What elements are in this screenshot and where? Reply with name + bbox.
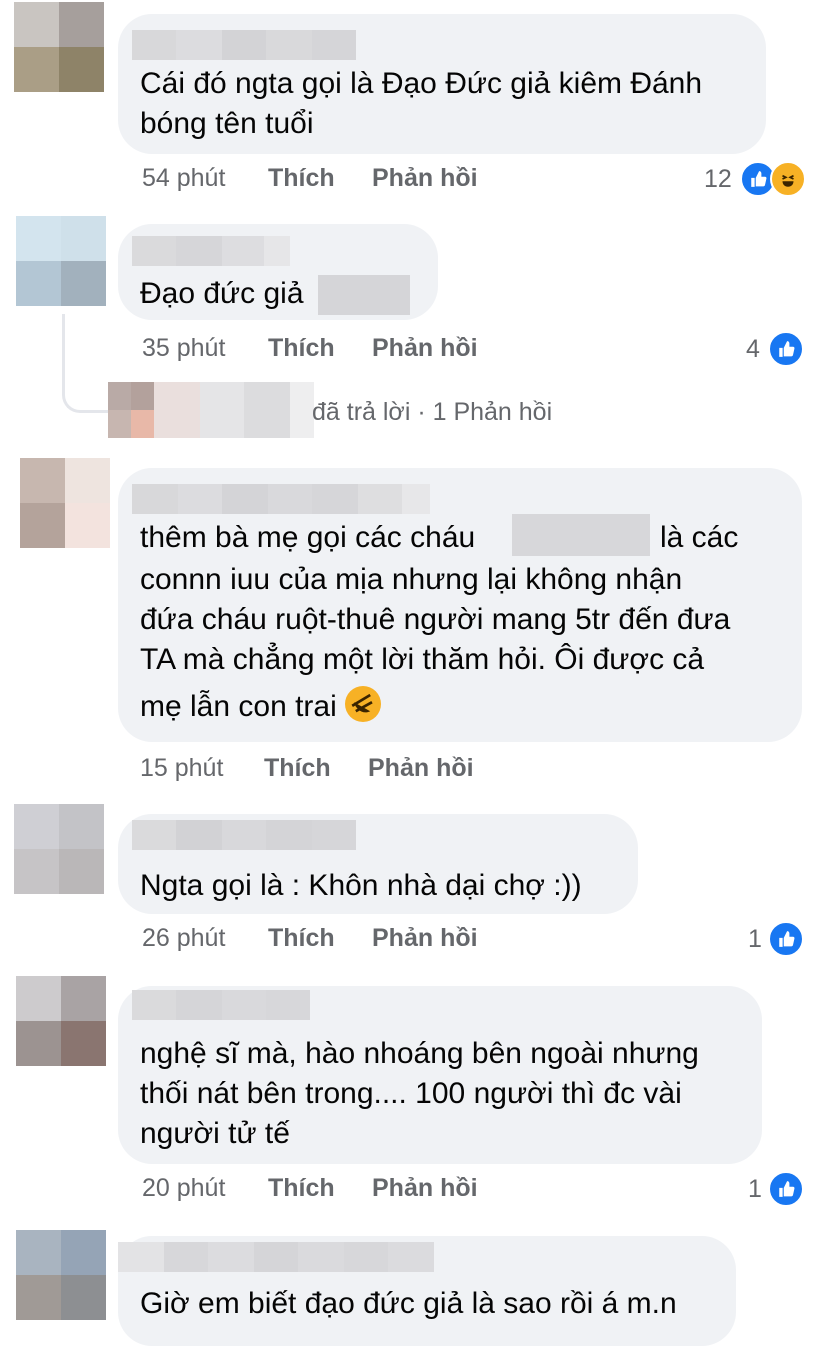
commenter-name-blurred[interactable] [132,820,356,850]
comment-text: Cái đó ngta gọi là Đạo Đức giả kiêm Đánh [140,67,703,100]
comment-text: thối nát bên trong.... 100 người thì đc … [140,1077,682,1110]
comment-time[interactable]: 15 phút [140,754,223,783]
reply-button[interactable]: Phản hồi [372,924,478,953]
haha-icon [769,161,806,197]
reaction-summary[interactable]: 4 [746,331,804,367]
comment-text: người tử tế [140,1117,290,1150]
reply-author-blurred[interactable] [154,382,314,438]
comment-text-part: Đạo đức giả [140,277,304,310]
like-button[interactable]: Thích [268,1174,335,1203]
like-button[interactable]: Thích [268,924,335,953]
comment-time[interactable]: 26 phút [142,924,225,953]
like-button[interactable]: Thích [268,334,335,363]
reply-avatar[interactable] [108,382,154,438]
reaction-count: 12 [704,164,732,193]
comment-text-part: mẹ lẫn con trai [140,690,337,723]
comment-text: đứa cháu ruột-thuê người mang 5tr đến đư… [140,603,731,636]
commenter-name-blurred[interactable] [132,236,290,266]
commenter-name-blurred[interactable] [132,990,310,1020]
reply-summary-text[interactable]: đã trả lời · 1 Phản hồi [312,398,552,427]
like-icon [767,921,804,957]
avatar[interactable] [16,1230,106,1320]
commenter-name-blurred[interactable] [132,484,430,514]
like-button[interactable]: Thích [268,164,335,193]
reply-button[interactable]: Phản hồi [368,754,474,783]
blurred-text [317,275,410,316]
comment-time[interactable]: 35 phút [142,334,225,363]
like-button[interactable]: Thích [264,754,331,783]
reaction-count: 4 [746,334,760,363]
commenter-name-blurred[interactable] [118,1242,434,1272]
comment-text: mẹ lẫn con trai [140,686,382,727]
reply-button[interactable]: Phản hồi [372,1174,478,1203]
comment-text: là các [660,521,739,554]
commenter-name-blurred[interactable] [132,30,356,60]
rofl-emoji-icon [345,686,382,722]
reaction-summary[interactable]: 1 [748,921,804,957]
comment-text: TA mà chẳng một lời thăm hỏi. Ôi được cả [140,643,705,676]
like-icon [767,331,804,367]
comment-text: thêm bà mẹ gọi các cháu [140,521,476,554]
reaction-summary[interactable]: 12 [704,161,806,197]
reply-button[interactable]: Phản hồi [372,164,478,193]
comment-time[interactable]: 20 phút [142,1174,225,1203]
comment-text: Đạo đức giả [140,274,410,316]
reaction-count: 1 [748,1174,762,1203]
comment-text: connn iuu của mịa nhưng lại không nhận [140,563,683,596]
reaction-summary[interactable]: 1 [748,1171,804,1207]
reaction-count: 1 [748,924,762,953]
comment-text: Ngta gọi là : Khôn nhà dại chợ :)) [140,869,582,902]
comment-text: Giờ em biết đạo đức giả là sao rồi á m.n [140,1287,677,1320]
comment-text: bóng tên tuổi [140,107,314,140]
avatar[interactable] [14,804,104,894]
reply-button[interactable]: Phản hồi [372,334,478,363]
avatar[interactable] [16,976,106,1066]
blurred-text [512,514,650,556]
avatar[interactable] [14,2,104,92]
avatar[interactable] [20,458,110,548]
comment-time[interactable]: 54 phút [142,164,225,193]
like-icon [767,1171,804,1207]
comment-text: nghệ sĩ mà, hào nhoáng bên ngoài nhưng [140,1037,699,1070]
avatar[interactable] [16,216,106,306]
